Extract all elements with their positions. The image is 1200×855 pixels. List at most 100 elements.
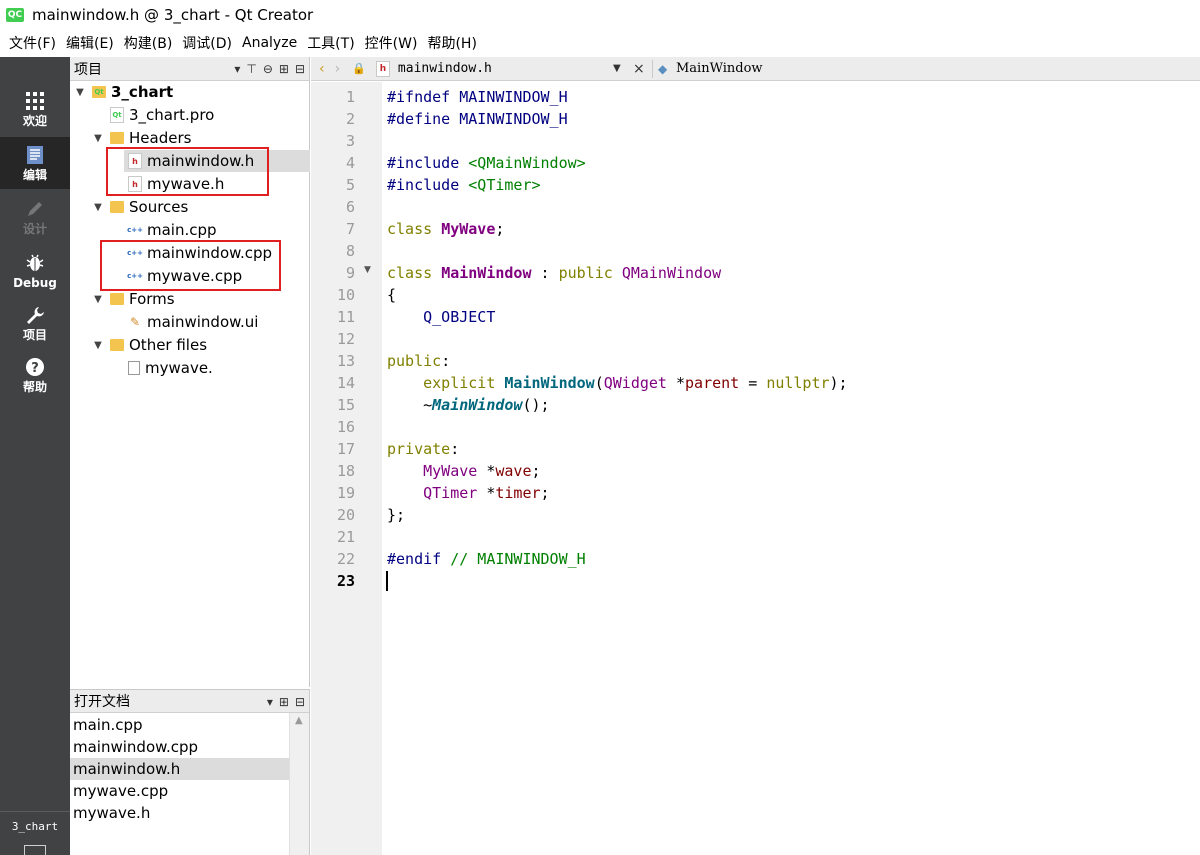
open-documents-scrollbar[interactable]: ▲ <box>289 713 309 855</box>
tree-label: mywave. <box>145 359 213 377</box>
folder-icon <box>110 201 124 213</box>
line-number: 8 <box>345 242 355 260</box>
filter-icon[interactable]: ⊤ <box>246 62 256 76</box>
document-dropdown-icon[interactable]: ▼ <box>613 63 621 74</box>
mode-sidebar: 欢迎 编辑 设计 Debug 项目 ? 帮助 3_chart <box>0 57 70 855</box>
mode-welcome-label: 欢迎 <box>22 114 47 128</box>
symbol-selector[interactable]: MainWindow <box>676 61 763 76</box>
project-pane-header: 项目 ▾ ⊤ ⊖ ⊞ ⊟ <box>70 57 309 81</box>
mode-design[interactable]: 设计 <box>0 191 70 243</box>
line-number: 6 <box>345 198 355 216</box>
link-icon[interactable]: ⊖ <box>263 62 273 76</box>
code-line-9: class MainWindow : public QMainWindow <box>387 264 722 282</box>
line-number: 14 <box>336 374 355 392</box>
open-document-item[interactable]: main.cpp <box>70 714 289 736</box>
menu-widgets[interactable]: 控件(W) <box>360 33 423 53</box>
open-document-item[interactable]: mainwindow.h <box>70 758 289 780</box>
tree-label: Forms <box>129 290 175 308</box>
highlight-box-sources <box>100 240 281 291</box>
document-edit-icon <box>24 144 46 166</box>
code-line-7: class MyWave; <box>387 220 505 238</box>
document-selector[interactable]: mainwindow.h <box>398 61 492 76</box>
close-pane-icon[interactable]: ⊟ <box>295 62 305 76</box>
menu-analyze[interactable]: Analyze <box>237 35 302 51</box>
mode-edit[interactable]: 编辑 <box>0 137 70 189</box>
line-number: 1 <box>345 88 355 106</box>
line-number: 16 <box>336 418 355 436</box>
tree-project-root[interactable]: ▼ Qt 3_chart <box>70 81 310 103</box>
svg-text:?: ? <box>31 361 39 376</box>
line-number: 4 <box>345 154 355 172</box>
code-line-14: explicit MainWindow(QWidget *parent = nu… <box>423 374 848 392</box>
project-pane-tools: ▾ ⊤ ⊖ ⊞ ⊟ <box>234 57 305 81</box>
line-number: 21 <box>336 528 355 546</box>
line-number: 18 <box>336 462 355 480</box>
open-document-item[interactable]: mywave.cpp <box>70 780 289 802</box>
tree-label: Other files <box>129 336 208 354</box>
window-title: mainwindow.h @ 3_chart - Qt Creator <box>32 6 314 24</box>
open-document-item[interactable]: mainwindow.cpp <box>70 736 289 758</box>
line-number: 3 <box>345 132 355 150</box>
project-pane: 项目 ▾ ⊤ ⊖ ⊞ ⊟ ▼ Qt 3_chart Qt 3_chart.pro… <box>70 57 310 687</box>
scroll-up-icon[interactable]: ▲ <box>295 715 303 726</box>
code-editor[interactable]: #ifndef MAINWINDOW_H #define MAINWINDOW_… <box>382 82 1200 855</box>
code-line-4: #include <QMainWindow> <box>387 154 586 172</box>
tree-folder-other[interactable]: ▼ Other files <box>92 334 207 356</box>
open-documents-header: 打开文档 ▾ ⊞ ⊟ <box>70 689 309 713</box>
tree-item-mywave-other[interactable]: mywave. <box>128 357 213 379</box>
menu-build[interactable]: 构建(B) <box>119 33 178 53</box>
go-back-icon[interactable]: ‹ <box>319 61 325 77</box>
tree-folder-headers[interactable]: ▼ Headers <box>92 127 191 149</box>
close-pane-icon[interactable]: ⊟ <box>295 695 305 709</box>
lock-icon[interactable]: 🔒 <box>352 62 366 75</box>
wrench-icon <box>24 304 46 326</box>
tree-folder-forms[interactable]: ▼ Forms <box>92 288 175 310</box>
tree-item-mainwindow-ui[interactable]: ✎ mainwindow.ui <box>128 311 258 333</box>
expanded-arrow-icon[interactable]: ▼ <box>92 339 104 351</box>
line-number: 15 <box>336 396 355 414</box>
tree-item-main-cpp[interactable]: c++ main.cpp <box>127 219 217 241</box>
kit-selector-label[interactable]: 3_chart <box>0 820 70 838</box>
class-symbol-icon: ◆ <box>658 61 668 76</box>
go-forward-icon[interactable]: › <box>335 61 341 77</box>
mode-projects[interactable]: 项目 <box>0 297 70 349</box>
code-line-10: { <box>387 286 397 304</box>
dropdown-arrow-icon[interactable]: ▾ <box>234 62 240 76</box>
menu-tools[interactable]: 工具(T) <box>302 33 359 53</box>
pro-file-icon: Qt <box>110 107 124 123</box>
open-document-item[interactable]: mywave.h <box>70 802 289 824</box>
expanded-arrow-icon[interactable]: ▼ <box>92 293 104 305</box>
tree-label: main.cpp <box>147 221 217 239</box>
expanded-arrow-icon[interactable]: ▼ <box>92 132 104 144</box>
mode-help-label: 帮助 <box>22 380 47 394</box>
tree-label: 3_chart <box>111 83 174 101</box>
line-number: 17 <box>336 440 355 458</box>
code-line-5: #include <QTimer> <box>387 176 541 194</box>
split-icon[interactable]: ⊞ <box>279 62 289 76</box>
tree-item-pro[interactable]: Qt 3_chart.pro <box>110 104 214 126</box>
monitor-icon[interactable] <box>24 845 46 855</box>
mode-debug-label: Debug <box>13 276 57 290</box>
close-document-icon[interactable]: × <box>633 61 645 77</box>
menu-file[interactable]: 文件(F) <box>4 33 61 53</box>
expanded-arrow-icon[interactable]: ▼ <box>74 86 86 98</box>
mode-welcome[interactable]: 欢迎 <box>0 83 70 135</box>
line-number: 23 <box>336 572 355 590</box>
grid-icon <box>24 90 46 112</box>
menu-edit[interactable]: 编辑(E) <box>61 33 119 53</box>
help-icon: ? <box>24 356 46 378</box>
header-file-icon: h <box>375 60 390 77</box>
expanded-arrow-icon[interactable]: ▼ <box>92 201 104 213</box>
title-bar: QC mainwindow.h @ 3_chart - Qt Creator <box>0 0 1200 30</box>
tree-folder-sources[interactable]: ▼ Sources <box>92 196 188 218</box>
ui-form-icon: ✎ <box>129 315 141 329</box>
mode-help[interactable]: ? 帮助 <box>0 349 70 401</box>
code-line-18: MyWave *wave; <box>423 462 541 480</box>
menu-help[interactable]: 帮助(H) <box>422 33 481 53</box>
mode-debug[interactable]: Debug <box>0 245 70 297</box>
fold-arrow-icon[interactable]: ▼ <box>364 265 371 275</box>
split-icon[interactable]: ⊞ <box>279 695 289 709</box>
menu-debug[interactable]: 调试(D) <box>177 33 237 53</box>
dropdown-arrow-icon[interactable]: ▾ <box>267 695 273 709</box>
line-number: 20 <box>336 506 355 524</box>
